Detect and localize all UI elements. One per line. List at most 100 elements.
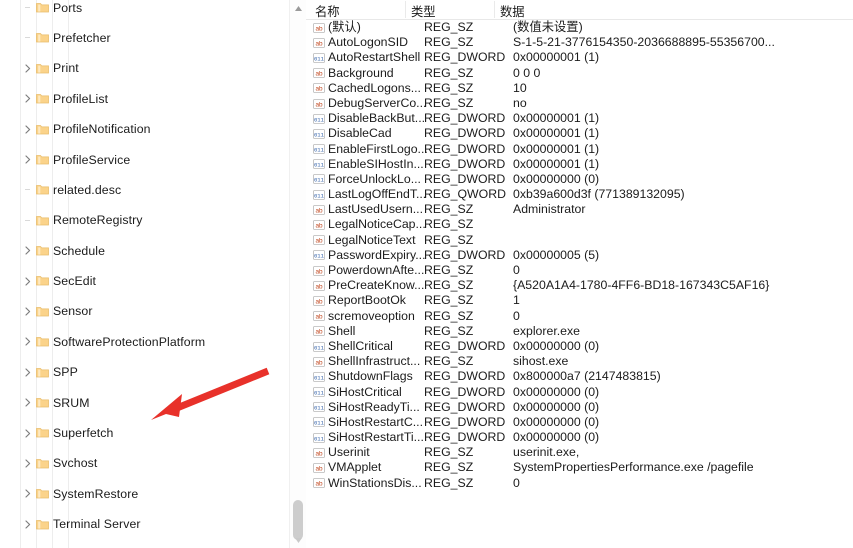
value-row[interactable]: ab Background REG_SZ 0 0 0 <box>306 66 853 81</box>
value-type: REG_SZ <box>424 445 474 460</box>
value-row[interactable]: ab WinStationsDis... REG_SZ 0 <box>306 476 853 491</box>
value-name: LegalNoticeCap... <box>328 217 426 232</box>
folder-icon <box>36 93 49 104</box>
tree-item-sensor[interactable]: Sensor <box>0 304 306 319</box>
value-row[interactable]: ab Userinit REG_SZ userinit.exe, <box>306 445 853 460</box>
tree-item-label: Superfetch <box>53 426 114 441</box>
tree-item-ports[interactable]: Ports <box>0 0 306 15</box>
tree-item-print[interactable]: Print <box>0 61 306 76</box>
value-name: EnableSIHostIn... <box>328 156 424 171</box>
value-data: 0xb39a600d3f (771389132095) <box>513 187 685 202</box>
tree-item-profilenotification[interactable]: ProfileNotification <box>0 122 306 137</box>
tree-item-srum[interactable]: SRUM <box>0 395 306 410</box>
tree-item-prefetcher[interactable]: Prefetcher <box>0 30 306 45</box>
chevron-right-icon[interactable] <box>22 152 33 167</box>
value-type: REG_SZ <box>424 475 474 490</box>
chevron-right-icon[interactable] <box>22 486 33 501</box>
binary-value-icon: 011 <box>313 371 325 383</box>
svg-text:ab: ab <box>315 86 323 93</box>
value-type: REG_SZ <box>424 460 474 475</box>
value-row[interactable]: ab LegalNoticeText REG_SZ <box>306 233 853 248</box>
tree-item-profilelist[interactable]: ProfileList <box>0 91 306 106</box>
chevron-right-icon[interactable] <box>22 395 33 410</box>
chevron-right-icon[interactable] <box>22 365 33 380</box>
chevron-right-icon[interactable] <box>22 456 33 471</box>
folder-icon <box>36 2 49 13</box>
registry-value-rows[interactable]: ab (默认) REG_SZ (数值未设置) ab AutoLogonSID REG_SZ S… <box>306 20 853 491</box>
folder-icon <box>36 124 49 135</box>
tree-item-label: ProfileService <box>53 152 131 167</box>
chevron-right-icon[interactable] <box>22 91 33 106</box>
value-data: 0x00000001 (1) <box>513 141 600 156</box>
registry-key-tree[interactable]: Ports Prefetcher Print ProfileList ProfileNo… <box>0 0 306 548</box>
value-row[interactable]: 011 ShellCritical REG_DWORD 0x00000000 (0) <box>306 339 853 354</box>
tree-item-systemrestore[interactable]: SystemRestore <box>0 486 306 501</box>
tree-item-schedule[interactable]: Schedule <box>0 243 306 258</box>
value-row[interactable]: ab VMApplet REG_SZ SystemPropertiesPerforma… <box>306 460 853 475</box>
chevron-right-icon[interactable] <box>22 304 33 319</box>
svg-text:ab: ab <box>315 329 323 336</box>
chevron-right-icon[interactable] <box>22 243 33 258</box>
chevron-right-icon[interactable] <box>22 334 33 349</box>
value-row[interactable]: 011 PasswordExpiry... REG_DWORD 0x00000005 … <box>306 248 853 263</box>
chevron-right-icon[interactable] <box>22 517 33 532</box>
value-row[interactable]: ab Shell REG_SZ explorer.exe <box>306 324 853 339</box>
registry-value-list-pane[interactable]: 名称 类型 数据 ab (默认) REG_SZ (数值未设置) ab AutoLogonS… <box>306 0 853 548</box>
folder-icon <box>36 336 49 347</box>
tree-item-label: SecEdit <box>53 274 97 289</box>
value-row[interactable]: ab PowerdownAfte... REG_SZ 0 <box>306 263 853 278</box>
value-row[interactable]: 011 AutoRestartShell REG_DWORD 0x00000001 (… <box>306 50 853 65</box>
tree-item-svchost[interactable]: Svchost <box>0 456 306 471</box>
value-row[interactable]: ab DebugServerCo... REG_SZ no <box>306 96 853 111</box>
tree-item-spp[interactable]: SPP <box>0 365 306 380</box>
tree-item-terminal-server[interactable]: Terminal Server <box>0 517 306 532</box>
value-name: ForceUnlockLo... <box>328 171 421 186</box>
registry-key-tree-pane[interactable]: Ports Prefetcher Print ProfileList ProfileNo… <box>0 0 306 548</box>
column-divider[interactable] <box>494 1 495 18</box>
value-row[interactable]: 011 SiHostReadyTi... REG_DWORD 0x00000000 (… <box>306 400 853 415</box>
scroll-up-arrow-icon[interactable] <box>290 0 306 16</box>
tree-vertical-scrollbar[interactable] <box>289 0 306 548</box>
tree-item-superfetch[interactable]: Superfetch <box>0 425 306 440</box>
value-type: REG_SZ <box>424 20 474 34</box>
tree-item-profileservice[interactable]: ProfileService <box>0 152 306 167</box>
tree-item-secedit[interactable]: SecEdit <box>0 273 306 288</box>
tree-item-related-desc[interactable]: related.desc <box>0 182 306 197</box>
value-row[interactable]: ab LegalNoticeCap... REG_SZ <box>306 217 853 232</box>
value-row[interactable]: 011 EnableFirstLogo... REG_DWORD 0x00000001… <box>306 142 853 157</box>
column-divider[interactable] <box>405 1 406 18</box>
column-header-type[interactable]: 类型 <box>411 2 436 20</box>
value-data: 0x00000000 (0) <box>513 171 600 186</box>
chevron-right-icon[interactable] <box>22 426 33 441</box>
value-row[interactable]: 011 DisableCad REG_DWORD 0x00000001 (1) <box>306 126 853 141</box>
value-row[interactable]: 011 SiHostRestartC... REG_DWORD 0x00000000 … <box>306 415 853 430</box>
value-row[interactable]: 011 ForceUnlockLo... REG_DWORD 0x00000000 (… <box>306 172 853 187</box>
value-name: CachedLogons... <box>328 80 421 95</box>
chevron-right-icon[interactable] <box>22 122 33 137</box>
scroll-down-arrow-icon[interactable] <box>290 532 306 548</box>
string-value-icon: ab <box>313 325 325 337</box>
value-row[interactable]: ab CachedLogons... REG_SZ 10 <box>306 81 853 96</box>
chevron-right-icon[interactable] <box>22 274 33 289</box>
tree-item-remoteregistry[interactable]: RemoteRegistry <box>0 213 306 228</box>
value-row[interactable]: 011 SiHostCritical REG_DWORD 0x00000000 (0) <box>306 385 853 400</box>
value-row[interactable]: ab PreCreateKnow... REG_SZ {A520A1A4-1780-4… <box>306 278 853 293</box>
value-row[interactable]: ab scremoveoption REG_SZ 0 <box>306 309 853 324</box>
value-row[interactable]: 011 EnableSIHostIn... REG_DWORD 0x00000001 … <box>306 157 853 172</box>
value-row[interactable]: 011 DisableBackBut... REG_DWORD 0x00000001 … <box>306 111 853 126</box>
tree-item-label: Prefetcher <box>53 30 111 45</box>
value-row[interactable]: ab ReportBootOk REG_SZ 1 <box>306 293 853 308</box>
value-row[interactable]: 011 ShutdownFlags REG_DWORD 0x800000a7 (214… <box>306 369 853 384</box>
value-row[interactable]: ab LastUsedUsern... REG_SZ Administrator <box>306 202 853 217</box>
value-row[interactable]: 011 LastLogOffEndT... REG_QWORD 0xb39a600d3… <box>306 187 853 202</box>
value-name: AutoLogonSID <box>328 35 408 50</box>
column-header-name[interactable]: 名称 <box>315 2 340 20</box>
value-row[interactable]: ab AutoLogonSID REG_SZ S-1-5-21-3776154350-… <box>306 35 853 50</box>
column-header-data[interactable]: 数据 <box>500 2 525 20</box>
value-row[interactable]: ab (默认) REG_SZ (数值未设置) <box>306 20 853 35</box>
tree-item-softwareprotectionplatform[interactable]: SoftwareProtectionPlatform <box>0 334 306 349</box>
chevron-right-icon[interactable] <box>22 61 33 76</box>
value-row[interactable]: 011 SiHostRestartTi... REG_DWORD 0x00000000… <box>306 430 853 445</box>
svg-text:ab: ab <box>315 466 323 473</box>
value-row[interactable]: ab ShellInfrastruct... REG_SZ sihost.exe <box>306 354 853 369</box>
